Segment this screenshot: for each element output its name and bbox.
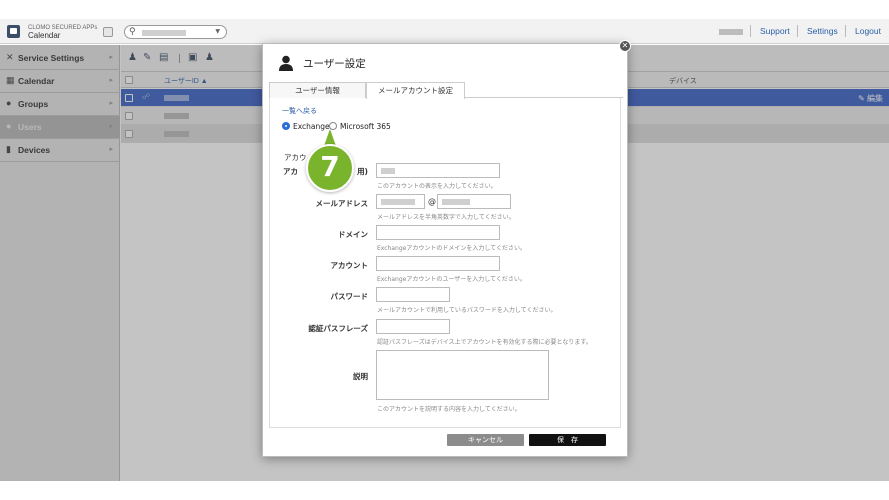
microsoft-365-label[interactable]: Microsoft 365 <box>340 122 391 131</box>
search-value-redacted <box>142 30 186 36</box>
app-subtitle: Calendar <box>28 31 61 40</box>
divider <box>797 25 798 37</box>
app-switch-icon[interactable] <box>103 27 113 37</box>
account-label: アカウント <box>330 261 369 270</box>
password-help: メールアカウントで利用しているパスワードを入力してください。 <box>377 307 557 314</box>
domain-input[interactable] <box>376 225 500 240</box>
back-to-list-link[interactable]: 一覧へ戻る <box>282 106 317 116</box>
tab-mail-account[interactable]: メールアカウント設定 <box>366 82 465 99</box>
step-number: 7 <box>320 150 340 183</box>
chevron-down-icon[interactable]: ▼ <box>215 28 220 35</box>
email-local-input[interactable] <box>376 194 425 209</box>
search-icon: ⚲ <box>129 27 136 37</box>
calendar-app-icon <box>7 25 20 38</box>
dialog-title: ユーザー設定 <box>303 58 366 70</box>
password-label: パスワード <box>330 292 369 301</box>
description-textarea[interactable] <box>376 350 549 400</box>
account-input[interactable] <box>376 256 500 271</box>
passphrase-label: 認証パスフレーズ <box>308 324 368 333</box>
divider <box>750 25 751 37</box>
step-badge: 7 <box>306 144 354 192</box>
save-button[interactable]: 保 存 <box>529 434 606 446</box>
email-domain-input[interactable] <box>437 194 511 209</box>
cancel-button[interactable]: キャンセル <box>447 434 524 446</box>
user-settings-dialog: ✕ ユーザー設定 ユーザー情報 メールアカウント設定 一覧へ戻る Exchang… <box>262 40 631 457</box>
description-label: 説明 <box>353 372 368 381</box>
email-at-sign: @ <box>428 197 436 206</box>
domain-label: ドメイン <box>338 230 368 239</box>
support-link[interactable]: Support <box>760 26 790 36</box>
password-input[interactable] <box>376 287 450 302</box>
settings-link[interactable]: Settings <box>807 26 838 36</box>
value-redacted <box>442 199 470 205</box>
domain-help: Exchangeアカウントのドメインを入力してください。 <box>377 245 526 252</box>
value-redacted <box>381 168 395 174</box>
user-name-redacted <box>719 29 743 35</box>
tab-bar: ユーザー情報 メールアカウント設定 <box>269 82 623 99</box>
user-icon <box>279 55 293 71</box>
top-bar: CLOMO SECURED APPs Calendar ⚲ ▼ Support … <box>0 19 889 44</box>
tab-user-info[interactable]: ユーザー情報 <box>269 82 366 98</box>
logout-link[interactable]: Logout <box>855 26 881 36</box>
account-name-help: このアカウントの表示を入力してください。 <box>377 183 497 190</box>
account-name-input[interactable] <box>376 163 500 178</box>
close-icon[interactable]: ✕ <box>619 40 631 52</box>
account-help: Exchangeアカウントのユーザーを入力してください。 <box>377 276 526 283</box>
exchange-radio[interactable] <box>282 122 290 130</box>
divider <box>845 25 846 37</box>
passphrase-help: 認証パスフレーズはデバイス上でアカウントを有効化する際に必要となります。 <box>377 339 592 346</box>
email-label: メールアドレス <box>315 199 369 208</box>
value-redacted <box>381 199 415 205</box>
passphrase-input[interactable] <box>376 319 450 334</box>
description-help: このアカウントを説明する内容を入力してください。 <box>377 406 521 413</box>
section-heading: アカウ <box>284 153 307 162</box>
search-input[interactable]: ⚲ ▼ <box>124 25 227 39</box>
email-help: メールアドレスを半角英数字で入力してください。 <box>377 214 515 221</box>
